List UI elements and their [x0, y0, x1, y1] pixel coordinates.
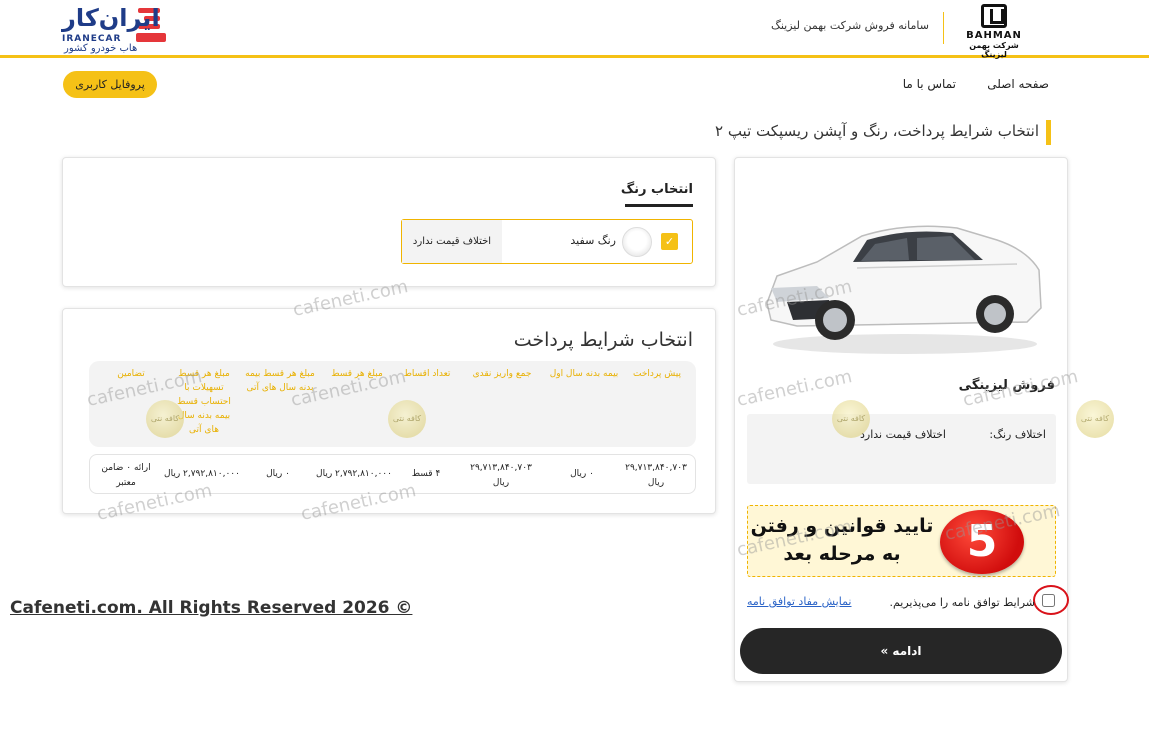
bahman-brand-en: BAHMAN: [966, 30, 1022, 41]
color-diff-label: اختلاف رنگ:: [989, 428, 1046, 441]
cell-guarantees: ارائه ۰ ضامن معتبر: [101, 463, 151, 488]
cell-down-payment: ۲۹,۷۱۳,۸۴۰,۷۰۳ ریال: [625, 463, 687, 488]
cell-facility-installment: ۲,۷۹۲,۸۱۰,۰۰۰ ریال: [164, 469, 240, 479]
header-first-year-insurance: بیمه بدنه سال اول: [549, 369, 619, 379]
color-selection-card: انتخاب رنگ ✓ رنگ سفید اختلاف قیمت ندارد: [62, 157, 716, 287]
cell-installment-amount: ۲,۷۹۲,۸۱۰,۰۰۰ ریال: [316, 469, 392, 479]
check-icon[interactable]: ✓: [661, 233, 678, 250]
cell-future-insurance: ۰ ریال: [266, 469, 290, 479]
color-title-underline: [625, 204, 693, 207]
bahman-mark-icon: [981, 4, 1007, 28]
iranecar-tagline: هاب خودرو کشور: [64, 43, 138, 54]
nav-home[interactable]: صفحه اصلی: [987, 77, 1049, 91]
watermark-coin-icon: کافه نتی: [1076, 400, 1114, 438]
page-title: انتخاب شرایط پرداخت، رنگ و آپشن ریسپکت ت…: [714, 122, 1039, 140]
page-title-accent: [1046, 120, 1051, 145]
color-option-name: رنگ سفید: [570, 234, 616, 247]
car-image: [766, 225, 1042, 354]
bahman-logo[interactable]: BAHMAN شرکت بهمن لیزینگ: [957, 4, 1031, 59]
cell-first-year-insurance: ۰ ریال: [570, 469, 594, 479]
header-title: سامانه فروش شرکت بهمن لیزینگ: [771, 19, 929, 32]
header-total-cash: جمع واریز نقدی: [472, 369, 532, 379]
cell-total-cash: ۲۹,۷۱۳,۸۴۰,۷۰۳ ریال: [470, 463, 532, 488]
footer-copyright: Cafeneti.com. All Rights Reserved 2026 ©: [10, 598, 413, 618]
bahman-brand-fa: شرکت بهمن لیزینگ: [969, 41, 1019, 59]
terms-link[interactable]: نمایش مفاد توافق نامه: [747, 595, 852, 608]
color-section-title: انتخاب رنگ: [620, 182, 693, 197]
color-option-white[interactable]: ✓ رنگ سفید اختلاف قیمت ندارد: [401, 219, 693, 264]
watermark-coin-icon: کافه نتی: [146, 400, 184, 438]
watermark-coin-icon: کافه نتی: [388, 400, 426, 438]
header: BAHMAN شرکت بهمن لیزینگ سامانه فروش شرکت…: [0, 0, 1149, 59]
continue-button[interactable]: ادامه »: [740, 628, 1062, 674]
header-divider: [943, 12, 944, 44]
iranecar-logo[interactable]: ایران‌کار IRANECAR هاب خودرو کشور: [62, 6, 166, 54]
white-color-swatch: [622, 227, 652, 257]
color-option-price: اختلاف قیمت ندارد: [402, 220, 502, 263]
color-diff-value: اختلاف قیمت ندارد: [860, 428, 946, 441]
payment-section-title: انتخاب شرایط پرداخت: [513, 329, 693, 351]
sale-summary-card: فروش لیزینگی اختلاف رنگ: اختلاف قیمت ندا…: [734, 157, 1069, 682]
iranecar-logo-fa: ایران‌کار: [62, 4, 160, 32]
terms-text: شرایط توافق نامه را می‌پذیریم.: [889, 596, 1035, 609]
header-down-payment: پیش پرداخت: [633, 369, 681, 379]
nav-contact[interactable]: تماس با ما: [903, 77, 956, 91]
terms-checkbox[interactable]: [1042, 594, 1055, 607]
cell-installment-count: ۴ قسط: [411, 469, 441, 479]
watermark-coin-icon: کافه نتی: [832, 400, 870, 438]
iranecar-red-bar: [136, 33, 166, 42]
color-diff-box: اختلاف رنگ: اختلاف قیمت ندارد: [747, 414, 1056, 484]
profile-button[interactable]: پروفایل کاربری: [63, 71, 157, 98]
